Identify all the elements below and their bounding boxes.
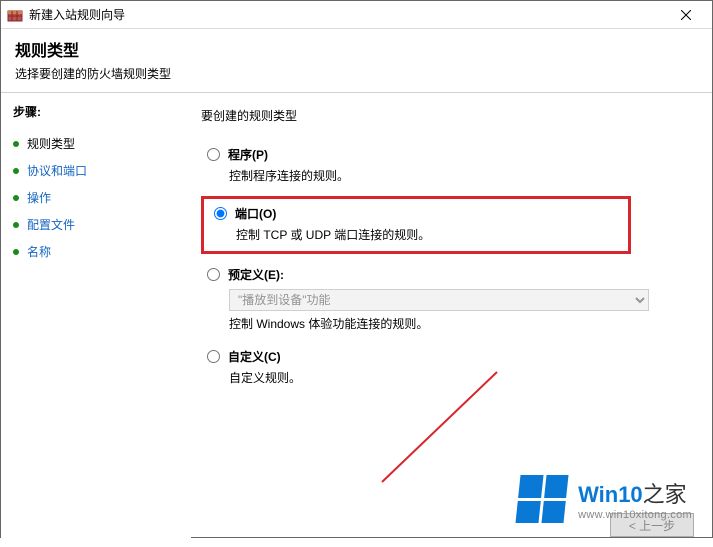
bullet-icon	[13, 141, 19, 147]
radio-predefined[interactable]	[207, 268, 220, 281]
step-label: 配置文件	[27, 216, 75, 233]
option-program-row[interactable]: 程序(P)	[207, 146, 692, 163]
option-port-desc: 控制 TCP 或 UDP 端口连接的规则。	[236, 226, 620, 243]
close-icon	[681, 10, 691, 20]
bullet-icon	[13, 195, 19, 201]
option-port: 端口(O) 控制 TCP 或 UDP 端口连接的规则。	[214, 205, 620, 243]
radio-program[interactable]	[207, 148, 220, 161]
step-profile[interactable]: 配置文件	[13, 211, 179, 238]
step-label: 协议和端口	[27, 162, 87, 179]
step-label: 规则类型	[27, 135, 75, 152]
step-name[interactable]: 名称	[13, 238, 179, 265]
wizard-header: 规则类型 选择要创建的防火墙规则类型	[1, 29, 712, 93]
step-label: 操作	[27, 189, 51, 206]
option-predefined: 预定义(E): "播放到设备"功能 控制 Windows 体验功能连接的规则。	[207, 266, 692, 332]
option-program-label: 程序(P)	[228, 146, 268, 163]
radio-port[interactable]	[214, 207, 227, 220]
steps-label: 步骤:	[13, 103, 179, 120]
option-predefined-label: 预定义(E):	[228, 266, 284, 283]
page-subtitle: 选择要创建的防火墙规则类型	[15, 65, 698, 82]
bullet-icon	[13, 222, 19, 228]
step-protocol-port[interactable]: 协议和端口	[13, 157, 179, 184]
step-label: 名称	[27, 243, 51, 260]
bullet-icon	[13, 168, 19, 174]
option-custom-row[interactable]: 自定义(C)	[207, 348, 692, 365]
window-title: 新建入站规则向导	[29, 6, 666, 23]
close-button[interactable]	[666, 1, 706, 28]
option-predefined-desc: 控制 Windows 体验功能连接的规则。	[229, 315, 692, 332]
option-program-desc: 控制程序连接的规则。	[229, 167, 692, 184]
main-panel: 要创建的规则类型 程序(P) 控制程序连接的规则。 端口(O) 控制 TCP 或…	[191, 93, 712, 547]
steps-sidebar: 步骤: 规则类型 协议和端口 操作 配置文件 名称	[1, 93, 191, 547]
highlight-port-option: 端口(O) 控制 TCP 或 UDP 端口连接的规则。	[201, 196, 631, 254]
option-port-label: 端口(O)	[235, 205, 276, 222]
option-predefined-row[interactable]: 预定义(E):	[207, 266, 692, 283]
step-rule-type[interactable]: 规则类型	[13, 130, 179, 157]
titlebar: 新建入站规则向导	[1, 1, 712, 29]
back-button[interactable]: < 上一步	[610, 513, 694, 537]
predefined-dropdown[interactable]: "播放到设备"功能	[229, 289, 649, 311]
bullet-icon	[13, 249, 19, 255]
option-port-row[interactable]: 端口(O)	[214, 205, 620, 222]
firewall-icon	[7, 7, 23, 23]
step-action[interactable]: 操作	[13, 184, 179, 211]
option-program: 程序(P) 控制程序连接的规则。	[207, 146, 692, 184]
option-custom-desc: 自定义规则。	[229, 369, 692, 386]
option-custom: 自定义(C) 自定义规则。	[207, 348, 692, 386]
page-title: 规则类型	[15, 37, 698, 61]
main-prompt: 要创建的规则类型	[201, 107, 692, 124]
wizard-content: 步骤: 规则类型 协议和端口 操作 配置文件 名称 要创建的规则类型 程序(P)	[1, 93, 712, 547]
radio-custom[interactable]	[207, 350, 220, 363]
wizard-buttons: < 上一步	[191, 513, 694, 537]
option-custom-label: 自定义(C)	[228, 348, 281, 365]
